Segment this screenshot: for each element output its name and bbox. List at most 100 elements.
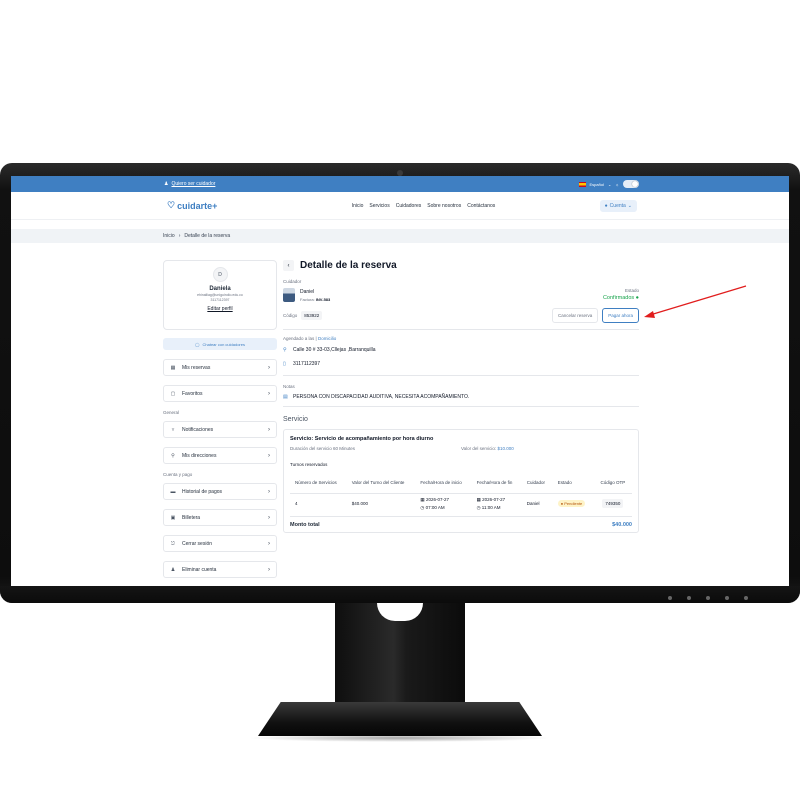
sidebar-item-mis-reservas[interactable]: ▦ Mis reservas ›	[163, 359, 277, 376]
shifts-label: Turnos reservados	[290, 462, 328, 467]
avatar: D	[212, 267, 228, 282]
chevron-down-icon: ⌄	[607, 181, 612, 187]
nav-link-servicios[interactable]: Servicios	[369, 203, 389, 209]
chat-caregivers-button[interactable]: ◯ Chatear con cuidadores	[163, 338, 277, 350]
user-plus-icon: ♟	[164, 181, 169, 187]
monitor-button	[744, 596, 748, 600]
column-header: Cuidador	[521, 472, 553, 494]
theme-toggle[interactable]	[623, 180, 639, 188]
sidebar-item-favoritos[interactable]: ▢ Favoritos ›	[163, 385, 277, 402]
invoice-label: Factura:	[300, 296, 315, 302]
chevron-right-icon: ›	[268, 514, 270, 521]
breadcrumb-current: Detalle de la reserva	[184, 233, 231, 239]
account-button[interactable]: ● Cuenta ⌄	[599, 199, 637, 212]
monitor-buttons	[668, 596, 748, 600]
nav-link-sobre-nosotros[interactable]: Sobre nosotros	[427, 203, 461, 209]
cancel-reservation-button[interactable]: Cancelar reserva	[551, 308, 599, 323]
end-date: 2026-07-27	[482, 496, 506, 502]
caregiver-info: Daniel Factura: INV-583	[283, 288, 330, 302]
breadcrumb-home[interactable]: Inicio	[163, 233, 175, 239]
bookmark-icon: ▢	[170, 390, 176, 397]
phone-icon: ▯	[283, 361, 286, 367]
sidebar-item-notificaciones[interactable]: ▿ Notificaciones ›	[163, 421, 277, 438]
divider	[283, 406, 639, 407]
spain-flag-icon	[578, 181, 586, 187]
chevron-right-icon: ›	[268, 488, 270, 495]
notes-label: Notas	[283, 384, 295, 389]
chevron-right-icon: ›	[268, 452, 270, 459]
nav-link-cuidadores[interactable]: Cuidadores	[396, 203, 422, 209]
caregiver-label: Cuidador	[283, 279, 302, 284]
chevron-right-icon: ›	[268, 426, 270, 433]
monitor-button	[725, 596, 729, 600]
check-circle-icon: ●	[635, 295, 639, 301]
sidebar-item-eliminar-cuenta[interactable]: ♟ Eliminar cuenta ›	[163, 561, 277, 578]
column-header: Fecha/Hora de inicio	[415, 472, 472, 494]
cell-count: 4	[295, 501, 298, 507]
bell-icon: ▿	[171, 426, 175, 433]
arrow-head	[644, 311, 655, 318]
total-value: $40.000	[612, 522, 632, 528]
action-buttons: Cancelar reserva Pagar ahora	[551, 308, 639, 323]
card-icon: ▬	[170, 488, 176, 495]
location-pin-icon: ⚲	[283, 347, 287, 353]
notes-line: ▤ PERSONA CON DISCAPACIDAD AUDITIVA, NEC…	[283, 394, 639, 400]
nav-links: Inicio Servicios Cuidadores Sobre nosotr…	[352, 203, 496, 209]
phone: 3117112397	[293, 361, 321, 367]
top-bar-controls: Español ⌄ ☼	[578, 180, 639, 188]
cell-caregiver: Daniel	[526, 501, 540, 507]
sidebar-item-label: Cerrar sesión	[182, 540, 213, 547]
caregiver-link[interactable]: Quiero ser cuidador	[171, 181, 215, 187]
section-label-cuenta-pago: Cuenta y pago	[163, 472, 193, 477]
table-header-row: Número de Servicios Valor del Turno del …	[290, 472, 632, 494]
chevron-right-icon: ›	[268, 540, 270, 547]
caregiver-name: Daniel	[300, 288, 315, 295]
service-meta: Duración del servicio 60 Minutes Valor d…	[290, 446, 632, 451]
user-icon: ●	[604, 202, 608, 209]
end-time: 11:00 AM	[481, 504, 501, 510]
total-row: Monto total $40.000	[290, 516, 632, 528]
main-navbar: ♡ cuidarte+ Inicio Servicios Cuidadores …	[11, 192, 789, 220]
sidebar-item-mis-direcciones[interactable]: ⚲ Mis direcciones ›	[163, 447, 277, 464]
sidebar-item-historial-pagos[interactable]: ▬ Historial de pagos ›	[163, 483, 277, 500]
column-header: Código OTP	[593, 472, 632, 494]
code-value: 853922	[301, 311, 323, 320]
status-badge: Confirmados ●	[603, 295, 639, 301]
status-text: Pendiente	[564, 501, 583, 507]
language-selector[interactable]: Español	[590, 182, 604, 187]
sidebar-item-label: Mis reservas	[182, 364, 211, 371]
nav-link-inicio[interactable]: Inicio	[352, 203, 364, 209]
annotation-arrow	[644, 285, 747, 318]
wallet-icon: ▣	[170, 514, 176, 521]
monitor-button	[668, 596, 672, 600]
cell-otp: 749350	[594, 493, 632, 514]
calendar-icon: ▦	[170, 364, 176, 371]
scheduled-row: Agendado a las | Domicilio	[283, 336, 337, 341]
caregiver-cta[interactable]: ♟ Quiero ser cuidador	[164, 181, 215, 187]
heart-hand-icon: ♡	[167, 200, 176, 210]
breadcrumb: Inicio › Detalle de la reserva	[11, 229, 789, 243]
code-row: Código 853922 Cancelar reserva Pagar aho…	[283, 308, 639, 323]
sidebar-item-cerrar-sesion[interactable]: ⎋ Cerrar sesión ›	[163, 535, 277, 552]
caregiver-row: Daniel Factura: INV-583 Estado Confirmad…	[283, 288, 639, 302]
service-value: $10.000	[497, 446, 514, 451]
caregiver-photo	[283, 288, 295, 302]
location-icon: ⚲	[171, 452, 175, 459]
back-button[interactable]: ‹	[283, 260, 294, 271]
sidebar-item-billetera[interactable]: ▣ Billetera ›	[163, 509, 277, 526]
monitor-stand-base	[258, 702, 542, 736]
pay-now-button[interactable]: Pagar ahora	[602, 308, 639, 323]
service-name: Servicio: Servicio de acompañamiento por…	[290, 436, 434, 442]
screen: ♟ Quiero ser cuidador Español ⌄ ☼ ♡ cuid…	[11, 176, 789, 586]
address: Calle 30 # 33-03,Cllejas ,Barranquilla	[293, 347, 376, 353]
edit-profile-link[interactable]: Editar perfil	[207, 306, 232, 312]
profile-email: ehinalliag@uniguindio.edu.co	[197, 293, 243, 297]
logo[interactable]: ♡ cuidarte+	[167, 200, 217, 211]
duration-value: 60 Minutes	[333, 446, 356, 451]
scheduled-value: Domicilio	[317, 336, 337, 341]
service-card: Servicio: Servicio de acompañamiento por…	[283, 429, 639, 533]
nav-link-contactanos[interactable]: Contáctanos	[467, 203, 495, 209]
sidebar-item-label: Eliminar cuenta	[182, 566, 217, 573]
status-block: Estado Confirmados ●	[603, 288, 639, 302]
chat-icon: ◯	[195, 341, 200, 347]
